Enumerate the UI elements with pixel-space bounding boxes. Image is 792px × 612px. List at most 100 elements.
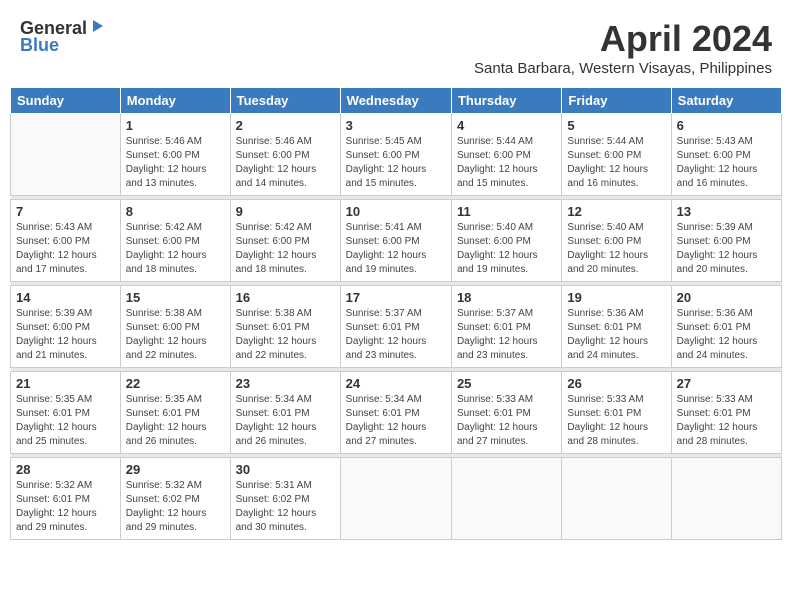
day-info: Sunrise: 5:36 AMSunset: 6:01 PMDaylight:… [567,307,665,363]
table-row: 14Sunrise: 5:39 AMSunset: 6:00 PMDayligh… [11,286,121,368]
page-header: General Blue April 2024 Santa Barbara, W… [10,10,782,81]
table-row: 26 Sunrise: 5:33 AMSunset: 6:01 PMDayligh… [562,372,671,454]
day-number: 18 [457,290,556,305]
day-number: 16 [236,290,335,305]
day-number: 13 [677,204,776,219]
day-number: 4 [457,118,556,133]
day-info: Sunrise: 5:37 AMSunset: 6:01 PMDaylight:… [457,307,556,363]
day-number: 14 [16,290,115,305]
day-number: 5 [567,118,665,133]
table-row: 9Sunrise: 5:42 AMSunset: 6:00 PMDaylight… [230,200,340,282]
day-number: 7 [16,204,115,219]
table-row [451,458,561,540]
table-row: 22 Sunrise: 5:35 AMSunset: 6:01 PMDayligh… [120,372,230,454]
table-row: 7Sunrise: 5:43 AMSunset: 6:00 PMDaylight… [11,200,121,282]
day-info: Sunrise: 5:36 AMSunset: 6:01 PMDaylight:… [677,307,776,363]
day-info: Sunrise: 5:33 AMSunset: 6:01 PMDaylight:… [567,393,665,449]
calendar-week-1: 1 Sunrise: 5:46 AMSunset: 6:00 PMDaylight… [11,114,782,196]
table-row: 19 Sunrise: 5:36 AMSunset: 6:01 PMDayligh… [562,286,671,368]
table-row: 16 Sunrise: 5:38 AMSunset: 6:01 PMDayligh… [230,286,340,368]
day-info: Sunrise: 5:45 AMSunset: 6:00 PMDaylight:… [346,135,446,191]
day-number: 29 [126,462,225,477]
day-info: Sunrise: 5:31 AMSunset: 6:02 PMDaylight:… [236,479,335,535]
day-info: Sunrise: 5:42 AMSunset: 6:00 PMDaylight:… [236,221,335,277]
day-info: Sunrise: 5:46 AMSunset: 6:00 PMDaylight:… [126,135,225,191]
day-number: 23 [236,376,335,391]
table-row: 8Sunrise: 5:42 AMSunset: 6:00 PMDaylight… [120,200,230,282]
table-row: 18 Sunrise: 5:37 AMSunset: 6:01 PMDayligh… [451,286,561,368]
day-number: 24 [346,376,446,391]
table-row: 5Sunrise: 5:44 AMSunset: 6:00 PMDaylight… [562,114,671,196]
day-info: Sunrise: 5:34 AMSunset: 6:01 PMDaylight:… [346,393,446,449]
title-section: April 2024 Santa Barbara, Western Visaya… [474,18,772,77]
day-info: Sunrise: 5:39 AMSunset: 6:00 PMDaylight:… [677,221,776,277]
day-number: 1 [126,118,225,133]
calendar-table: Sunday Monday Tuesday Wednesday Thursday… [10,87,782,540]
header-wednesday: Wednesday [340,88,451,114]
day-number: 26 [567,376,665,391]
table-row [562,458,671,540]
day-number: 30 [236,462,335,477]
header-sunday: Sunday [11,88,121,114]
table-row: 25Sunrise: 5:33 AMSunset: 6:01 PMDayligh… [451,372,561,454]
table-row: 20Sunrise: 5:36 AMSunset: 6:01 PMDayligh… [671,286,781,368]
table-row: 28 Sunrise: 5:32 AMSunset: 6:01 PMDayligh… [11,458,121,540]
day-info: Sunrise: 5:33 AMSunset: 6:01 PMDaylight:… [677,393,776,449]
header-friday: Friday [562,88,671,114]
table-row [11,114,121,196]
table-row: 11 Sunrise: 5:40 AMSunset: 6:00 PMDayligh… [451,200,561,282]
table-row: 21Sunrise: 5:35 AMSunset: 6:01 PMDayligh… [11,372,121,454]
day-number: 10 [346,204,446,219]
table-row: 3 Sunrise: 5:45 AMSunset: 6:00 PMDaylight… [340,114,451,196]
day-info: Sunrise: 5:46 AMSunset: 6:00 PMDaylight:… [236,135,335,191]
day-number: 3 [346,118,446,133]
day-info: Sunrise: 5:44 AMSunset: 6:00 PMDaylight:… [457,135,556,191]
day-info: Sunrise: 5:34 AMSunset: 6:01 PMDaylight:… [236,393,335,449]
day-info: Sunrise: 5:32 AMSunset: 6:02 PMDaylight:… [126,479,225,535]
day-number: 19 [567,290,665,305]
table-row [671,458,781,540]
table-row: 24 Sunrise: 5:34 AMSunset: 6:01 PMDayligh… [340,372,451,454]
day-number: 22 [126,376,225,391]
table-row: 2 Sunrise: 5:46 AMSunset: 6:00 PMDaylight… [230,114,340,196]
day-info: Sunrise: 5:41 AMSunset: 6:00 PMDaylight:… [346,221,446,277]
day-number: 17 [346,290,446,305]
day-info: Sunrise: 5:32 AMSunset: 6:01 PMDaylight:… [16,479,115,535]
logo-blue: Blue [20,35,59,56]
day-info: Sunrise: 5:38 AMSunset: 6:01 PMDaylight:… [236,307,335,363]
table-row: 15 Sunrise: 5:38 AMSunset: 6:00 PMDayligh… [120,286,230,368]
table-row: 12Sunrise: 5:40 AMSunset: 6:00 PMDayligh… [562,200,671,282]
calendar-week-2: 7Sunrise: 5:43 AMSunset: 6:00 PMDaylight… [11,200,782,282]
table-row: 1 Sunrise: 5:46 AMSunset: 6:00 PMDaylight… [120,114,230,196]
calendar-week-3: 14Sunrise: 5:39 AMSunset: 6:00 PMDayligh… [11,286,782,368]
location-subtitle: Santa Barbara, Western Visayas, Philippi… [474,60,772,77]
table-row: 23 Sunrise: 5:34 AMSunset: 6:01 PMDayligh… [230,372,340,454]
logo: General Blue [20,18,105,56]
table-row: 4 Sunrise: 5:44 AMSunset: 6:00 PMDaylight… [451,114,561,196]
day-number: 2 [236,118,335,133]
header-saturday: Saturday [671,88,781,114]
table-row: 17Sunrise: 5:37 AMSunset: 6:01 PMDayligh… [340,286,451,368]
logo-arrow-icon [89,18,105,39]
day-info: Sunrise: 5:35 AMSunset: 6:01 PMDaylight:… [126,393,225,449]
day-info: Sunrise: 5:43 AMSunset: 6:00 PMDaylight:… [677,135,776,191]
day-number: 11 [457,204,556,219]
day-number: 12 [567,204,665,219]
header-thursday: Thursday [451,88,561,114]
table-row: 29 Sunrise: 5:32 AMSunset: 6:02 PMDayligh… [120,458,230,540]
header-monday: Monday [120,88,230,114]
table-row: 10 Sunrise: 5:41 AMSunset: 6:00 PMDayligh… [340,200,451,282]
table-row: 6 Sunrise: 5:43 AMSunset: 6:00 PMDaylight… [671,114,781,196]
month-title: April 2024 [474,18,772,60]
day-info: Sunrise: 5:40 AMSunset: 6:00 PMDaylight:… [457,221,556,277]
day-info: Sunrise: 5:42 AMSunset: 6:00 PMDaylight:… [126,221,225,277]
day-number: 15 [126,290,225,305]
day-info: Sunrise: 5:33 AMSunset: 6:01 PMDaylight:… [457,393,556,449]
day-info: Sunrise: 5:38 AMSunset: 6:00 PMDaylight:… [126,307,225,363]
calendar-week-4: 21Sunrise: 5:35 AMSunset: 6:01 PMDayligh… [11,372,782,454]
day-number: 6 [677,118,776,133]
table-row: 27Sunrise: 5:33 AMSunset: 6:01 PMDayligh… [671,372,781,454]
day-number: 28 [16,462,115,477]
table-row: 13 Sunrise: 5:39 AMSunset: 6:00 PMDayligh… [671,200,781,282]
day-info: Sunrise: 5:35 AMSunset: 6:01 PMDaylight:… [16,393,115,449]
